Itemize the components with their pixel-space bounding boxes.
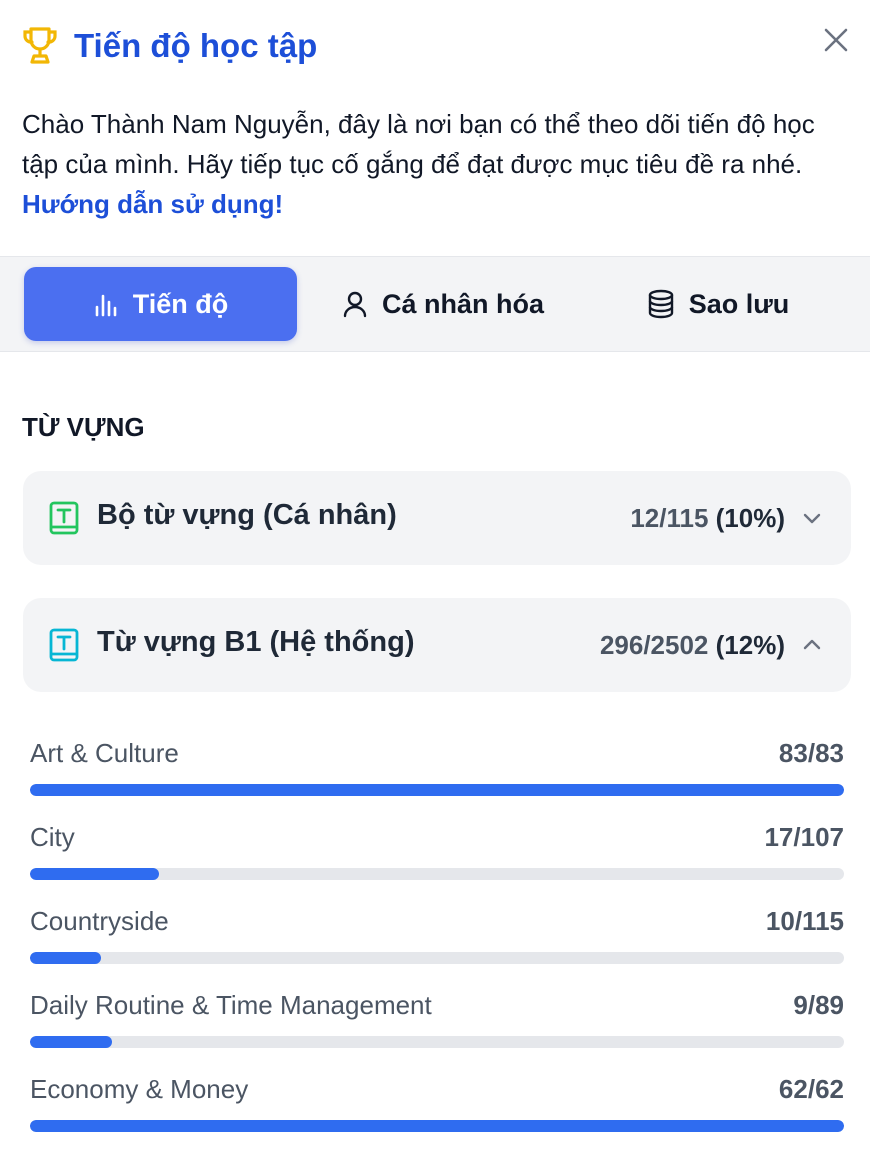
guide-link[interactable]: Hướng dẫn sử dụng!: [22, 189, 283, 219]
tab-bar: Tiến độ Cá nhân hóa Sao lưu: [0, 256, 870, 352]
topic-row[interactable]: Economy & Money 62/62: [30, 1074, 844, 1158]
progress-panel-header: Tiến độ học tập Chào Thành Nam Nguyễn, đ…: [0, 0, 870, 256]
book-icon: [49, 628, 79, 662]
progress-track: [30, 1120, 844, 1132]
page-title: Tiến độ học tập: [74, 27, 318, 64]
tab-progress[interactable]: Tiến độ: [24, 267, 297, 341]
close-icon: [824, 28, 848, 52]
progress-track: [30, 784, 844, 796]
deck-count: 296/2502 (12%): [600, 630, 785, 661]
progress-track: [30, 952, 844, 964]
topic-name: Daily Routine & Time Management: [30, 990, 432, 1020]
topic-name: City: [30, 822, 75, 852]
topic-count: 17/107: [764, 822, 844, 852]
topic-count: 83/83: [778, 738, 844, 768]
topic-row[interactable]: Daily Routine & Time Management 9/89: [30, 990, 844, 1074]
deck-count-value: 296/2502: [599, 630, 709, 660]
deck-count-value: 12/115: [630, 503, 709, 533]
topic-name: Countryside: [30, 906, 169, 936]
book-icon: [49, 501, 79, 535]
chevron-down-icon: [803, 513, 821, 524]
description-text: Chào Thành Nam Nguyễn, đây là nơi bạn có…: [22, 109, 815, 179]
database-icon: [648, 289, 673, 319]
topic-row[interactable]: City 17/107: [30, 822, 844, 906]
deck-count: 12/115 (10%): [630, 503, 785, 534]
progress-fill: [30, 868, 160, 880]
bar-chart-icon: [95, 294, 117, 317]
tab-backup[interactable]: Sao lưu: [590, 267, 846, 341]
progress-track: [30, 1036, 844, 1048]
deck-card-personal[interactable]: Bộ từ vựng (Cá nhân) 12/115 (10%): [23, 471, 851, 565]
topic-name: Economy & Money: [30, 1074, 249, 1104]
deck-title: Bộ từ vựng (Cá nhân): [97, 499, 397, 531]
tab-personalization-label: Cá nhân hóa: [381, 288, 544, 319]
title-row: Tiến độ học tập: [22, 26, 317, 66]
topic-count: 10/115: [765, 906, 844, 936]
progress-fill: [30, 1120, 844, 1132]
tab-personalization[interactable]: Cá nhân hóa: [312, 267, 574, 341]
topic-count: 62/62: [778, 1074, 844, 1104]
progress-fill: [30, 784, 844, 796]
section-vocabulary-label: TỪ VỰNG: [22, 412, 145, 442]
topic-count: 9/89: [793, 990, 844, 1020]
tab-backup-label: Sao lưu: [688, 288, 790, 319]
welcome-description: Chào Thành Nam Nguyễn, đây là nơi bạn có…: [22, 104, 842, 224]
deck-title: Từ vựng B1 (Hệ thống): [97, 626, 415, 658]
progress-fill: [30, 1036, 113, 1048]
topic-name: Art & Culture: [30, 738, 179, 768]
trophy-icon: [22, 26, 58, 66]
progress-track: [30, 868, 844, 880]
topic-row[interactable]: Countryside 10/115: [30, 906, 844, 990]
close-button[interactable]: [818, 22, 854, 58]
chevron-up-icon: [803, 639, 821, 650]
deck-card-b1[interactable]: Từ vựng B1 (Hệ thống) 296/2502 (12%): [23, 598, 851, 692]
deck-percent: (12%): [715, 630, 785, 660]
progress-fill: [30, 952, 101, 964]
user-icon: [343, 291, 367, 318]
tab-progress-label: Tiến độ: [132, 288, 229, 319]
topic-row[interactable]: Art & Culture 83/83: [30, 738, 844, 822]
deck-percent: (10%): [715, 503, 785, 533]
